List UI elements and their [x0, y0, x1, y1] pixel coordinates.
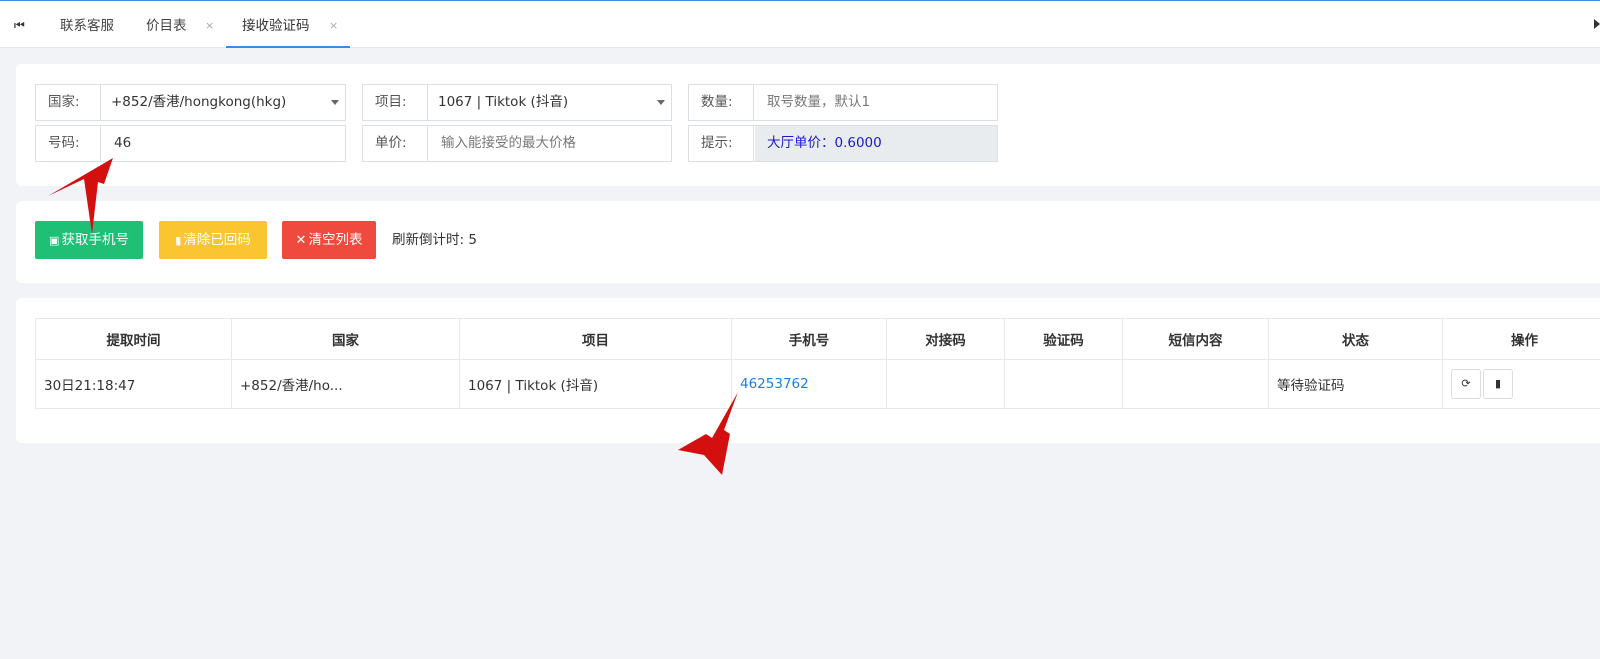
refresh-countdown: 刷新倒计时: 5 — [392, 232, 477, 248]
clear-returned-button[interactable]: ▮ 清除已回码 — [159, 221, 267, 259]
hall-price-text: 大厅单价：0.6000 — [755, 126, 997, 161]
country-select[interactable]: 国家: +852/香港/hongkong(hkg) — [35, 84, 346, 121]
tab-label: 联系客服 — [60, 18, 114, 34]
project-label: 项目: — [363, 85, 428, 120]
clipboard-icon: ▣ — [49, 234, 60, 247]
caret-down-icon — [331, 100, 339, 105]
quantity-input[interactable]: 取号数量，默认1 — [755, 85, 997, 120]
header-status: 状态 — [1268, 318, 1443, 360]
first-page-icon[interactable]: ⏮ — [14, 18, 25, 33]
cell-phone-link[interactable]: 46253762 — [731, 359, 887, 409]
clear-list-label: 清空列表 — [308, 232, 363, 248]
results-table: 提取时间 国家 项目 手机号 对接码 验证码 短信内容 状态 操作 30日21:… — [35, 318, 1600, 409]
price-label: 单价: — [363, 126, 428, 161]
header-code: 验证码 — [1004, 318, 1123, 360]
country-value[interactable]: +852/香港/hongkong(hkg) — [102, 85, 345, 120]
hint-field: 提示: 大厅单价：0.6000 — [688, 125, 998, 162]
number-input[interactable]: 46 — [102, 126, 345, 161]
tab-price-list[interactable]: 价目表 × — [146, 1, 216, 48]
header-project: 项目 — [459, 318, 732, 360]
cell-project: 1067 | Tiktok (抖音) — [459, 359, 732, 409]
header-dock-code: 对接码 — [886, 318, 1005, 360]
file-icon: ▮ — [175, 234, 182, 247]
header-country: 国家 — [231, 318, 460, 360]
tab-label: 价目表 — [146, 18, 187, 34]
get-phone-button[interactable]: ▣ 获取手机号 — [35, 221, 143, 259]
quantity-label: 数量: — [689, 85, 754, 120]
clear-returned-label: 清除已回码 — [183, 232, 251, 248]
header-actions: 操作 — [1442, 318, 1600, 360]
cell-country: +852/香港/ho... — [231, 359, 460, 409]
country-label: 国家: — [36, 85, 101, 120]
close-icon[interactable]: × — [205, 1, 214, 51]
trash-icon[interactable]: ▮ — [1483, 369, 1513, 399]
number-label: 号码: — [36, 126, 101, 161]
project-select[interactable]: 项目: 1067 | Tiktok (抖音) — [362, 84, 672, 121]
tab-bar: ⏮ 联系客服 价目表 × 接收验证码 × — [0, 0, 1600, 48]
cell-code — [1004, 359, 1123, 409]
tab-customer-service[interactable]: 联系客服 — [60, 1, 114, 48]
get-phone-label: 获取手机号 — [61, 232, 129, 248]
header-sms: 短信内容 — [1122, 318, 1269, 360]
cell-time: 30日21:18:47 — [35, 359, 232, 409]
refresh-icon[interactable]: ⟳ — [1451, 369, 1481, 399]
header-phone: 手机号 — [731, 318, 887, 360]
cell-status: 等待验证码 — [1268, 359, 1443, 409]
hint-label: 提示: — [689, 126, 754, 161]
number-field[interactable]: 号码: 46 — [35, 125, 346, 162]
x-icon: ✕ — [295, 233, 307, 248]
cell-sms — [1122, 359, 1269, 409]
caret-down-icon — [657, 100, 665, 105]
cell-dock-code — [886, 359, 1005, 409]
price-field[interactable]: 单价: 输入能接受的最大价格 — [362, 125, 672, 162]
table-row: 30日21:18:47 +852/香港/ho... 1067 | Tiktok … — [35, 359, 1600, 409]
tab-receive-code[interactable]: 接收验证码 × — [226, 1, 350, 48]
quantity-field[interactable]: 数量: 取号数量，默认1 — [688, 84, 998, 121]
table-header-row: 提取时间 国家 项目 手机号 对接码 验证码 短信内容 状态 操作 — [35, 318, 1600, 360]
tab-label: 接收验证码 — [242, 18, 310, 34]
cell-actions: ⟳ ▮ — [1442, 359, 1600, 409]
next-tab-icon[interactable] — [1594, 19, 1600, 29]
header-time: 提取时间 — [35, 318, 232, 360]
project-value[interactable]: 1067 | Tiktok (抖音) — [429, 85, 671, 120]
close-icon[interactable]: × — [329, 1, 338, 51]
clear-list-button[interactable]: ✕ 清空列表 — [282, 221, 376, 259]
price-input[interactable]: 输入能接受的最大价格 — [429, 126, 671, 161]
